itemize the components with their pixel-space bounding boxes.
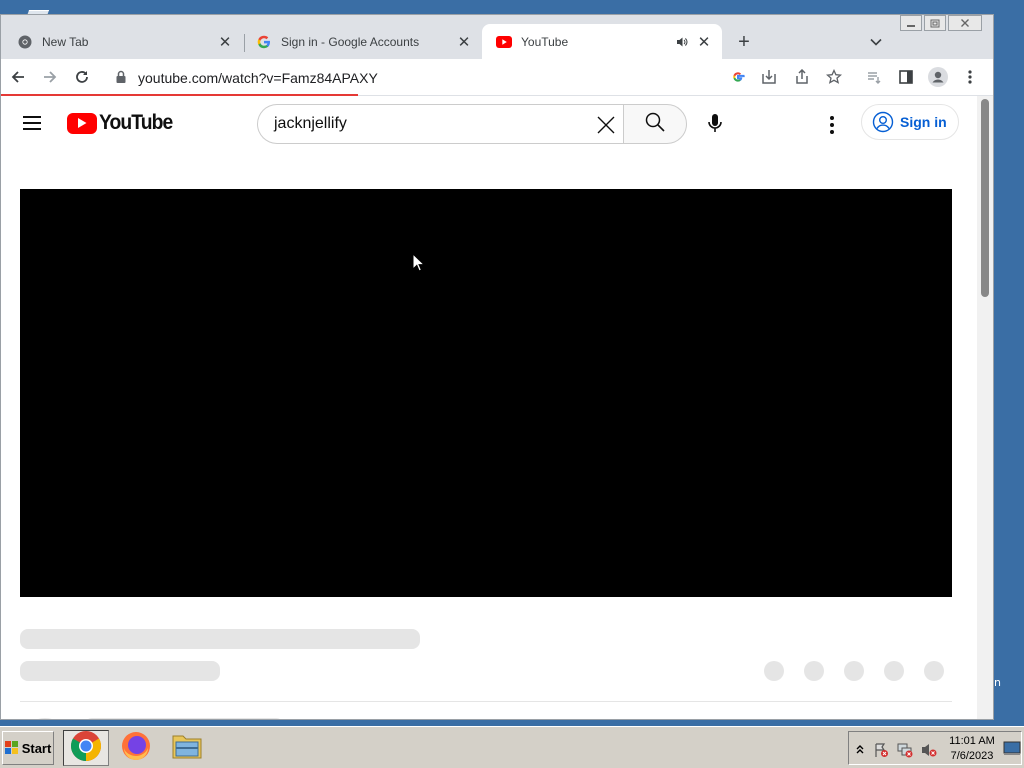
- lock-icon: [115, 70, 127, 89]
- voice-search-mic-icon[interactable]: [701, 106, 729, 142]
- channel-avatar-skeleton: [21, 718, 69, 719]
- search-input[interactable]: jacknjellify: [257, 104, 623, 144]
- new-tab-button[interactable]: +: [733, 31, 755, 53]
- volume-muted-icon[interactable]: [921, 742, 937, 758]
- system-tray: 11:01 AM 7/6/2023: [848, 731, 1022, 765]
- chrome-icon: [70, 730, 102, 767]
- taskbar-clock[interactable]: 11:01 AM 7/6/2023: [947, 734, 997, 764]
- desktop-label-fragment: n: [994, 676, 1001, 689]
- windows-flag-icon: [4, 741, 19, 755]
- browser-window: New Tab ✕ Sign in - Google Accounts ✕ Yo…: [0, 14, 994, 720]
- show-hidden-icons-chevron-icon[interactable]: [855, 742, 871, 758]
- search-query: jacknjellify: [274, 115, 347, 132]
- browser-menu-icon[interactable]: [958, 65, 982, 89]
- tab-google-sign-in[interactable]: Sign in - Google Accounts ✕: [242, 24, 482, 59]
- youtube-page: YouTube jacknjellify Sign in: [1, 96, 977, 719]
- restore-button[interactable]: [924, 15, 946, 31]
- youtube-header: YouTube jacknjellify Sign in: [1, 96, 977, 152]
- back-arrow-icon[interactable]: [6, 65, 30, 89]
- tab-title: YouTube: [521, 34, 569, 49]
- close-tab-icon[interactable]: ✕: [696, 34, 712, 51]
- close-tab-icon[interactable]: ✕: [456, 34, 472, 51]
- action-skeleton: [844, 661, 864, 681]
- clear-search-icon[interactable]: [594, 113, 618, 137]
- search-button[interactable]: [623, 104, 687, 144]
- minimize-button[interactable]: [900, 15, 922, 31]
- youtube-icon: [496, 34, 512, 50]
- tab-youtube[interactable]: YouTube ✕: [482, 24, 722, 59]
- scrollbar-thumb[interactable]: [981, 99, 989, 297]
- taskbar-explorer-button[interactable]: [164, 730, 210, 766]
- google-lens-icon[interactable]: [726, 65, 750, 89]
- start-button[interactable]: Start: [2, 731, 54, 765]
- profile-icon[interactable]: [926, 65, 950, 89]
- url-text: youtube.com/watch?v=Famz84APAXY: [138, 69, 378, 86]
- tab-title: Sign in - Google Accounts: [281, 34, 420, 49]
- video-player[interactable]: [20, 189, 952, 597]
- google-g-icon: [256, 34, 272, 50]
- subtitle-skeleton: [20, 661, 220, 681]
- forward-arrow-icon[interactable]: [38, 65, 62, 89]
- page-scrollbar[interactable]: [977, 96, 993, 719]
- channel-name-skeleton: [84, 718, 284, 719]
- network-icon[interactable]: [897, 742, 913, 758]
- action-skeleton: [924, 661, 944, 681]
- title-skeleton: [20, 629, 420, 649]
- action-skeleton: [804, 661, 824, 681]
- tab-audio-icon[interactable]: [674, 34, 690, 50]
- close-tab-icon[interactable]: ✕: [217, 34, 233, 51]
- search-icon: [644, 111, 666, 138]
- firefox-icon: [120, 730, 152, 767]
- reading-list-icon[interactable]: [862, 65, 886, 89]
- show-desktop-icon[interactable]: [1003, 740, 1021, 756]
- install-app-icon[interactable]: [757, 65, 781, 89]
- start-label: Start: [21, 740, 52, 756]
- hamburger-menu-icon[interactable]: [21, 113, 43, 135]
- sign-in-button[interactable]: Sign in: [861, 104, 959, 140]
- action-center-flag-icon[interactable]: [873, 742, 889, 758]
- side-panel-icon[interactable]: [894, 65, 918, 89]
- youtube-wordmark: YouTube: [99, 111, 173, 134]
- tab-new-tab[interactable]: New Tab ✕: [3, 24, 243, 59]
- content-divider: [20, 701, 952, 702]
- share-icon[interactable]: [790, 65, 814, 89]
- clock-time: 11:01 AM: [949, 735, 995, 747]
- window-controls: [898, 15, 982, 32]
- tab-title: New Tab: [42, 34, 89, 49]
- taskbar-chrome-button[interactable]: [63, 730, 109, 766]
- browser-toolbar: youtube.com/watch?v=Famz84APAXY: [1, 59, 993, 95]
- tab-strip: New Tab ✕ Sign in - Google Accounts ✕ Yo…: [1, 15, 993, 59]
- reload-icon[interactable]: [70, 65, 94, 89]
- tab-search-chevron-icon[interactable]: [865, 31, 887, 53]
- mouse-cursor-icon: [412, 252, 426, 273]
- folder-icon: [171, 731, 203, 766]
- settings-kebab-icon[interactable]: [819, 112, 845, 138]
- youtube-play-logo-icon: [67, 112, 97, 134]
- close-window-button[interactable]: [948, 15, 982, 31]
- youtube-logo[interactable]: YouTube: [67, 111, 179, 135]
- taskbar-firefox-button[interactable]: [113, 730, 159, 766]
- action-skeleton: [884, 661, 904, 681]
- action-skeleton: [764, 661, 784, 681]
- bookmark-star-icon[interactable]: [822, 65, 846, 89]
- account-circle-icon: [872, 111, 894, 133]
- chrome-icon: [17, 34, 33, 50]
- sign-in-label: Sign in: [900, 114, 947, 130]
- clock-date: 7/6/2023: [950, 750, 994, 762]
- taskbar: Start 11:01 AM 7/6/2023: [0, 726, 1024, 768]
